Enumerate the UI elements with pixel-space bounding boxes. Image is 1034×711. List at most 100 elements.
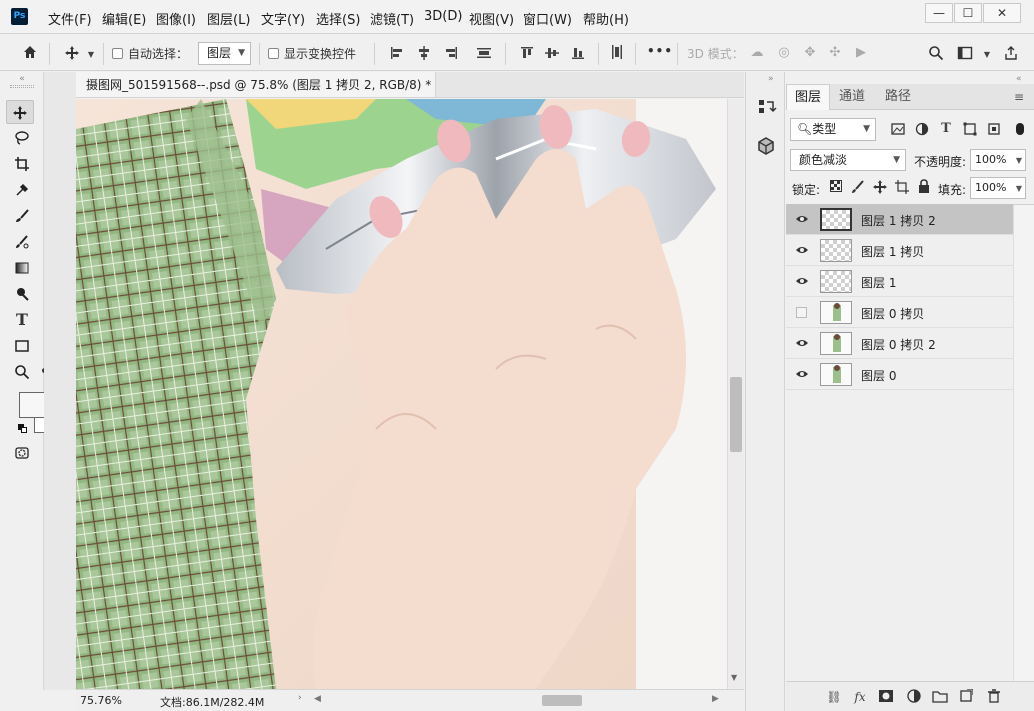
layer-filter-select[interactable]: 🔍︎类型 ▼ bbox=[790, 118, 876, 141]
status-menu-arrow-icon[interactable]: › bbox=[298, 693, 302, 703]
visibility-eye-icon[interactable] bbox=[795, 337, 809, 349]
menu-edit[interactable]: 编辑(E) bbox=[102, 9, 146, 28]
search-icon[interactable] bbox=[927, 45, 945, 66]
align-right-icon[interactable] bbox=[443, 45, 459, 66]
layer-row[interactable]: 图层 0 拷贝 bbox=[786, 297, 1013, 328]
menu-view[interactable]: 视图(V) bbox=[469, 9, 514, 28]
3d-pan-icon[interactable]: ✥ bbox=[801, 45, 819, 61]
align-left-icon[interactable] bbox=[389, 45, 405, 66]
3d-scale-icon[interactable]: ▶ bbox=[852, 45, 870, 61]
align-vcenter-icon[interactable] bbox=[544, 45, 560, 66]
layer-name[interactable]: 图层 0 拷贝 bbox=[861, 305, 924, 322]
crop-tool-icon[interactable] bbox=[8, 152, 36, 176]
filter-adjustment-icon[interactable] bbox=[914, 122, 930, 141]
layer-row[interactable]: 图层 0 拷贝 2 bbox=[786, 328, 1013, 359]
menu-filter[interactable]: 滤镜(T) bbox=[370, 9, 414, 28]
filter-shape-icon[interactable] bbox=[962, 122, 978, 141]
align-hcenter-icon[interactable] bbox=[416, 45, 432, 66]
lock-artboard-icon[interactable] bbox=[895, 180, 909, 199]
blend-mode-select[interactable]: 颜色减淡 ▼ bbox=[790, 149, 906, 171]
horizontal-scroll-thumb[interactable] bbox=[542, 695, 582, 706]
menu-window[interactable]: 窗口(W) bbox=[523, 9, 572, 28]
auto-select-target-select[interactable]: 图层 ▼ bbox=[198, 42, 251, 65]
menu-file[interactable]: 文件(F) bbox=[48, 9, 92, 28]
move-tool-icon[interactable] bbox=[6, 100, 34, 124]
layer-row[interactable]: 图层 1 拷贝 2 bbox=[786, 204, 1013, 235]
menu-help[interactable]: 帮助(H) bbox=[583, 9, 629, 28]
foreground-color-swatch[interactable] bbox=[19, 392, 45, 418]
delete-layer-icon[interactable] bbox=[986, 689, 1002, 705]
default-colors-icon[interactable] bbox=[18, 424, 28, 434]
menu-3d[interactable]: 3D(D) bbox=[424, 9, 462, 24]
vertical-scrollbar[interactable]: ▼ bbox=[727, 99, 744, 689]
layer-name[interactable]: 图层 1 拷贝 bbox=[861, 243, 924, 260]
close-window-button[interactable]: ✕ bbox=[983, 3, 1021, 23]
dodge-tool-icon[interactable] bbox=[8, 282, 36, 306]
visibility-eye-icon[interactable] bbox=[795, 275, 809, 287]
visibility-eye-icon[interactable] bbox=[795, 368, 809, 380]
opacity-input[interactable]: 100% ▼ bbox=[970, 149, 1026, 171]
quick-mask-icon[interactable] bbox=[8, 441, 36, 465]
chevron-down-icon[interactable]: ▼ bbox=[86, 47, 96, 63]
filter-toggle-switch[interactable] bbox=[1016, 123, 1024, 135]
3d-orbit-icon[interactable]: ☁ bbox=[748, 45, 766, 61]
distribute-icon[interactable] bbox=[476, 45, 492, 66]
visibility-hidden-box[interactable] bbox=[796, 307, 807, 318]
document-tab[interactable]: 摄图网_501591568--.psd @ 75.8% (图层 1 拷贝 2, … bbox=[76, 72, 453, 98]
lasso-tool-icon[interactable] bbox=[8, 126, 36, 150]
document-canvas[interactable]: Baidu经验 bbox=[76, 99, 727, 689]
tab-channels[interactable]: 通道 bbox=[831, 84, 873, 110]
filter-type-icon[interactable]: T bbox=[938, 121, 954, 137]
lock-transparent-icon[interactable] bbox=[829, 180, 843, 197]
filter-smart-object-icon[interactable] bbox=[986, 122, 1002, 141]
menu-type[interactable]: 文字(Y) bbox=[261, 9, 305, 28]
collapse-toolbar-icon[interactable]: « bbox=[4, 74, 40, 84]
move-tool-preset-icon[interactable] bbox=[61, 45, 83, 66]
layer-name[interactable]: 图层 1 bbox=[861, 274, 896, 291]
scroll-down-arrow-icon[interactable]: ▼ bbox=[731, 673, 737, 682]
expand-panels-icon[interactable]: » bbox=[768, 74, 774, 84]
minimize-button[interactable]: — bbox=[925, 3, 953, 23]
visibility-eye-icon[interactable] bbox=[795, 213, 809, 225]
visibility-eye-icon[interactable] bbox=[795, 244, 809, 256]
layers-list-scrollbar[interactable] bbox=[1013, 205, 1034, 682]
link-layers-icon[interactable]: ⛓ bbox=[826, 689, 842, 705]
panel-menu-icon[interactable]: ≡ bbox=[1014, 90, 1024, 104]
distribute-vertical-icon[interactable] bbox=[609, 44, 625, 65]
add-mask-icon[interactable] bbox=[878, 689, 894, 705]
home-icon[interactable] bbox=[20, 44, 40, 65]
3d-roll-icon[interactable]: ◎ bbox=[775, 45, 793, 61]
layer-name[interactable]: 图层 1 拷贝 2 bbox=[861, 212, 936, 229]
layer-name[interactable]: 图层 0 bbox=[861, 367, 896, 384]
tab-layers[interactable]: 图层 bbox=[786, 84, 831, 110]
zoom-level[interactable]: 75.76% bbox=[80, 694, 122, 707]
3d-panel-icon[interactable] bbox=[754, 134, 778, 158]
tab-paths[interactable]: 路径 bbox=[877, 84, 919, 110]
scroll-left-arrow-icon[interactable]: ◀ bbox=[314, 694, 321, 704]
auto-select-checkbox[interactable]: 自动选择： bbox=[112, 45, 188, 62]
history-panel-icon[interactable] bbox=[754, 96, 778, 120]
lock-pixels-icon[interactable] bbox=[851, 180, 865, 199]
gradient-tool-icon[interactable] bbox=[8, 256, 36, 280]
menu-image[interactable]: 图像(I) bbox=[156, 9, 196, 28]
layer-name[interactable]: 图层 0 拷贝 2 bbox=[861, 336, 936, 353]
eyedropper-tool-icon[interactable] bbox=[8, 178, 36, 202]
layer-row[interactable]: 图层 1 bbox=[786, 266, 1013, 297]
align-bottom-icon[interactable] bbox=[570, 45, 586, 66]
workspace-chevron-icon[interactable]: ▼ bbox=[982, 47, 992, 63]
filter-pixel-icon[interactable] bbox=[890, 122, 906, 141]
history-brush-tool-icon[interactable] bbox=[8, 230, 36, 254]
menu-layer[interactable]: 图层(L) bbox=[207, 9, 250, 28]
layer-row[interactable]: 图层 0 bbox=[786, 359, 1013, 390]
brush-tool-icon[interactable] bbox=[8, 204, 36, 228]
3d-slide-icon[interactable]: ✣ bbox=[826, 45, 844, 61]
workspace-icon[interactable] bbox=[956, 45, 974, 66]
scroll-right-arrow-icon[interactable]: ▶ bbox=[712, 694, 719, 704]
share-icon[interactable] bbox=[1002, 45, 1020, 66]
show-transform-checkbox[interactable]: 显示变换控件 bbox=[268, 45, 356, 62]
new-group-icon[interactable] bbox=[932, 689, 948, 705]
align-top-icon[interactable] bbox=[519, 45, 535, 66]
rectangle-tool-icon[interactable] bbox=[8, 334, 36, 358]
more-options-button[interactable]: ••• bbox=[647, 44, 673, 58]
layer-row[interactable]: 图层 1 拷贝 bbox=[786, 235, 1013, 266]
